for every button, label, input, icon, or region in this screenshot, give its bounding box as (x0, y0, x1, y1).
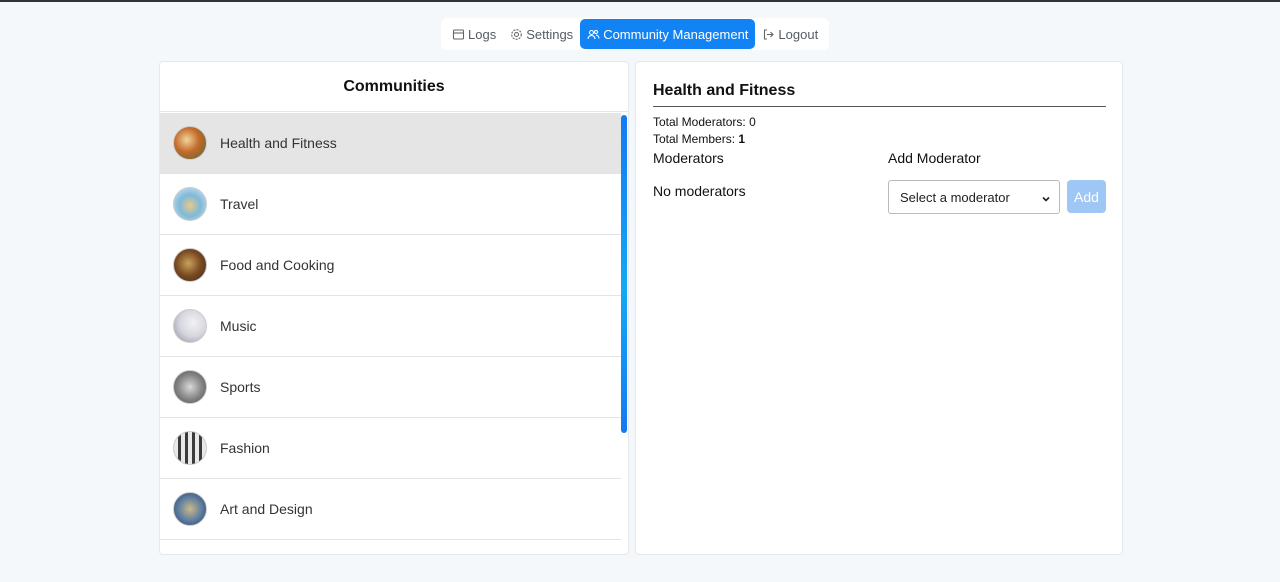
community-avatar (173, 309, 207, 343)
communities-title: Communities (160, 62, 628, 112)
list-item-food-and-cooking[interactable]: Food and Cooking (160, 235, 621, 296)
list-item-sports[interactable]: Sports (160, 357, 621, 418)
no-moderators-text: No moderators (653, 183, 746, 199)
community-name: Music (220, 318, 257, 334)
total-moderators-value: 0 (749, 115, 756, 129)
community-avatar (173, 431, 207, 465)
nav-settings-label: Settings (526, 26, 574, 42)
moderators-heading: Moderators (653, 150, 724, 166)
add-moderator-button[interactable]: Add (1067, 180, 1106, 213)
community-name: Fashion (220, 440, 270, 456)
list-item-health-and-fitness[interactable]: Health and Fitness (160, 113, 621, 174)
total-members: Total Members: 1 (653, 132, 745, 146)
nav-logs[interactable]: Logs (445, 19, 503, 49)
community-avatar (173, 492, 207, 526)
community-avatar (173, 187, 207, 221)
community-name: Sports (220, 379, 261, 395)
users-icon (587, 28, 600, 41)
total-moderators-label: Total Moderators: (653, 115, 746, 129)
logout-icon (762, 28, 775, 41)
nav-settings[interactable]: Settings (503, 19, 580, 49)
community-detail-panel: Health and Fitness Total Moderators: 0 T… (635, 61, 1123, 555)
community-name: Health and Fitness (220, 135, 337, 151)
nav-logout-label: Logout (778, 26, 819, 42)
list-item-fashion[interactable]: Fashion (160, 418, 621, 479)
community-name: Travel (220, 196, 259, 212)
nav-logs-label: Logs (468, 26, 497, 42)
top-navigation: Logs Settings Community Management Logou… (441, 18, 830, 50)
community-avatar (173, 126, 207, 160)
logs-icon (452, 28, 465, 41)
community-name: Food and Cooking (220, 257, 335, 273)
add-moderator-heading: Add Moderator (888, 150, 981, 166)
nav-logout[interactable]: Logout (755, 19, 825, 49)
community-avatar (173, 248, 207, 282)
list-item-travel[interactable]: Travel (160, 174, 621, 235)
chevron-down-icon (1041, 192, 1051, 202)
nav-community-management[interactable]: Community Management (580, 19, 756, 49)
total-members-value: 1 (738, 132, 746, 146)
total-members-label: Total Members: (653, 132, 736, 146)
nav-community-management-label: Community Management (603, 26, 749, 42)
communities-list: Health and Fitness Travel Food and Cooki… (160, 113, 621, 540)
list-item-art-and-design[interactable]: Art and Design (160, 479, 621, 540)
total-moderators: Total Moderators: 0 (653, 115, 756, 129)
community-name: Art and Design (220, 501, 313, 517)
gear-icon (510, 28, 523, 41)
communities-scrollbar[interactable] (621, 115, 627, 433)
communities-panel: Communities Health and Fitness Travel Fo… (159, 61, 629, 555)
detail-title: Health and Fitness (653, 82, 1106, 107)
list-item-music[interactable]: Music (160, 296, 621, 357)
moderator-select[interactable]: Select a moderator (888, 180, 1060, 214)
community-avatar (173, 370, 207, 404)
moderator-select-value: Select a moderator (900, 189, 1010, 205)
